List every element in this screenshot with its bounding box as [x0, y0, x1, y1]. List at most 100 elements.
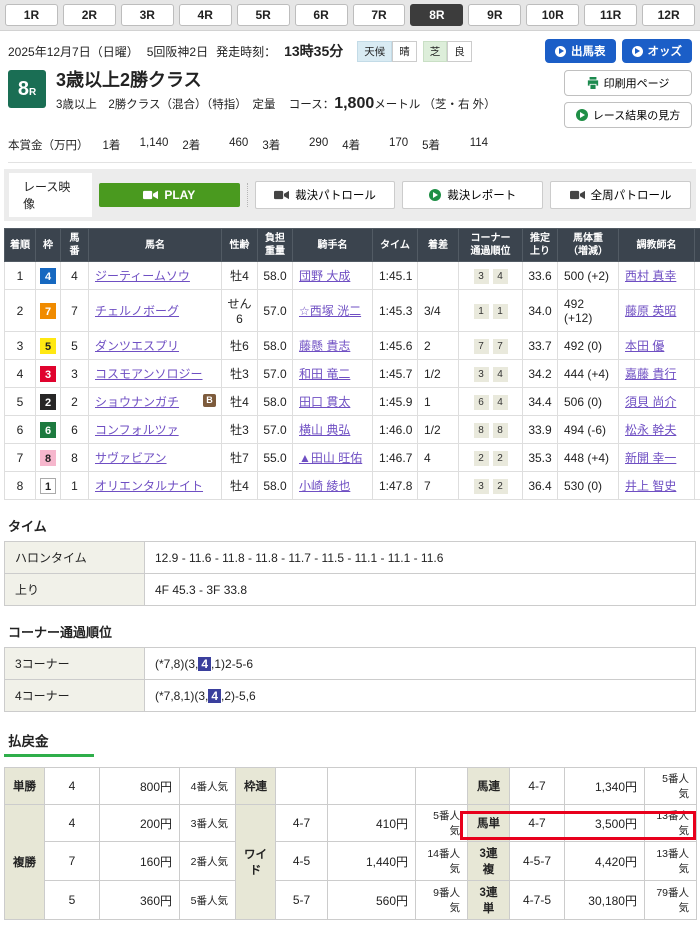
jockey-link[interactable]: ☆西塚 洸二: [299, 304, 361, 318]
full-patrol-button[interactable]: 全周パトロール: [550, 181, 691, 209]
body-weight: 494 (-6): [558, 416, 619, 444]
payout-combination: 4: [45, 805, 100, 842]
print-page-button[interactable]: 印刷用ページ: [564, 70, 692, 96]
trainer-link[interactable]: 西村 真幸: [625, 269, 676, 283]
trainer-link[interactable]: 本田 優: [625, 339, 664, 353]
horse-name-link[interactable]: オリエンタルナイト: [95, 479, 203, 493]
payout-type-win: 単勝: [5, 768, 45, 805]
arrow-icon: [555, 46, 566, 57]
col-header: 性齢: [222, 229, 258, 262]
payout-amount: 4,420円: [565, 842, 645, 881]
race-tab[interactable]: 12R: [642, 4, 695, 26]
win-popularity: 8: [695, 444, 700, 472]
finish-time: 1:45.1: [373, 262, 418, 290]
payout-combination: 4: [45, 768, 100, 805]
table-row: 8 1 1 オリエンタルナイト 牡4 58.0 小崎 綾也 1:47.8 7 3…: [5, 472, 700, 500]
odds-button[interactable]: オッズ: [622, 39, 693, 63]
race-tab[interactable]: 10R: [526, 4, 579, 26]
col-header: コーナー通過順位: [459, 229, 523, 262]
corner4-label: 4コーナー: [5, 680, 145, 712]
start-time-value: 13時35分: [284, 41, 343, 61]
last-3f: 33.6: [523, 262, 558, 290]
jockey-link[interactable]: 団野 大成: [299, 269, 350, 283]
corner-positions: 34: [459, 262, 523, 290]
result-guide-button[interactable]: レース結果の見方: [564, 102, 692, 128]
time-table: ハロンタイム 12.9 - 11.6 - 11.8 - 11.8 - 11.7 …: [4, 541, 696, 606]
video-bar: レース映像 PLAY 裁決パトロール 裁決レポート 全周パトロール: [4, 169, 696, 221]
margin: 4: [418, 444, 459, 472]
horse-name-link[interactable]: ジーティームソウ: [95, 269, 190, 283]
trainer-link[interactable]: 松永 幹夫: [625, 423, 676, 437]
payout-popularity: 5番人気: [645, 768, 697, 805]
jockey-link[interactable]: ▲田山 旺佑: [299, 451, 362, 465]
finish-time: 1:46.7: [373, 444, 418, 472]
waku-badge: 6: [40, 422, 56, 438]
stewards-patrol-button[interactable]: 裁決パトロール: [255, 181, 396, 209]
race-tab[interactable]: 5R: [237, 4, 290, 26]
weather-label: 天候: [357, 41, 392, 62]
jockey-link[interactable]: 小崎 綾也: [299, 479, 350, 493]
trainer-link[interactable]: 藤原 英昭: [625, 304, 676, 318]
payout-amount: 30,180円: [565, 881, 645, 920]
last-3f: 34.2: [523, 360, 558, 388]
race-tab-current[interactable]: 8R: [410, 4, 463, 26]
sex-age: 牡3: [222, 360, 258, 388]
payout-type-wide: ワイド: [236, 805, 276, 920]
jockey-link[interactable]: 和田 竜二: [299, 367, 350, 381]
corner-section-heading: コーナー通過順位: [8, 622, 692, 641]
col-header: 調教師名: [619, 229, 695, 262]
prize-item: 4着170: [342, 137, 408, 153]
jockey-link[interactable]: 横山 典弘: [299, 423, 350, 437]
prize-item: 3着290: [262, 137, 328, 153]
trainer-link[interactable]: 嘉藤 貴行: [625, 367, 676, 381]
turf-value: 良: [447, 41, 472, 62]
trainer-link[interactable]: 須貝 尚介: [625, 395, 676, 409]
payout-combination: 7: [45, 842, 100, 881]
jockey-link[interactable]: 田口 貫太: [299, 395, 350, 409]
payout-popularity: 14番人気: [416, 842, 468, 881]
finish-position: 8: [5, 472, 36, 500]
course-distance: 1,800: [334, 95, 374, 112]
race-tab[interactable]: 2R: [63, 4, 116, 26]
play-button[interactable]: PLAY: [99, 183, 240, 207]
col-header: 着差: [418, 229, 459, 262]
horse-name-link[interactable]: ダンツエスプリ: [95, 339, 179, 353]
horse-number: 3: [61, 360, 89, 388]
payout-popularity: 5番人気: [180, 881, 236, 920]
table-row: 7 8 8 サヴァビアン 牡7 55.0 ▲田山 旺佑 1:46.7 4 22 …: [5, 444, 700, 472]
race-tab[interactable]: 1R: [5, 4, 58, 26]
race-tab[interactable]: 3R: [121, 4, 174, 26]
finish-position: 7: [5, 444, 36, 472]
horse-name-link[interactable]: ショウナンガチ: [95, 395, 179, 409]
corner-box: 4: [493, 395, 508, 410]
corner-box: 2: [493, 451, 508, 466]
corner-positions: 11: [459, 290, 523, 332]
jockey-link[interactable]: 藤懸 貴志: [299, 339, 350, 353]
corner-box: 1: [493, 304, 508, 319]
horse-number: 5: [61, 332, 89, 360]
sex-age: 牡6: [222, 332, 258, 360]
stewards-report-button[interactable]: 裁決レポート: [402, 181, 543, 209]
col-header: タイム: [373, 229, 418, 262]
horse-name-link[interactable]: サヴァビアン: [95, 451, 167, 465]
horse-name-link[interactable]: チェルノボーグ: [95, 304, 179, 318]
start-time-label: 発走時刻：: [216, 43, 276, 60]
prize-label: 本賞金（万円）: [8, 137, 89, 153]
race-tab[interactable]: 7R: [353, 4, 406, 26]
finish-time: 1:45.9: [373, 388, 418, 416]
race-info-row: 2025年12月7日（日曜） 5回阪神2日 発走時刻： 13時35分 天候 晴 …: [8, 39, 692, 63]
results-table: 着順 枠 馬番 馬名 性齢 負担重量 騎手名 タイム 着差 コーナー通過順位 推…: [4, 228, 700, 500]
race-tab[interactable]: 4R: [179, 4, 232, 26]
horse-name-link[interactable]: コンフォルツァ: [95, 423, 179, 437]
race-tab[interactable]: 9R: [468, 4, 521, 26]
win-popularity: 2: [695, 290, 700, 332]
trainer-link[interactable]: 新開 幸一: [625, 451, 676, 465]
trainer-link[interactable]: 井上 智史: [625, 479, 676, 493]
race-tab[interactable]: 11R: [584, 4, 637, 26]
entry-table-button[interactable]: 出馬表: [545, 39, 616, 63]
payout-combination: 4-7: [276, 805, 328, 842]
waku-badge: 1: [40, 478, 56, 494]
corner-box: 3: [474, 269, 489, 284]
horse-name-link[interactable]: コスモアンソロジー: [95, 367, 203, 381]
race-tab[interactable]: 6R: [295, 4, 348, 26]
